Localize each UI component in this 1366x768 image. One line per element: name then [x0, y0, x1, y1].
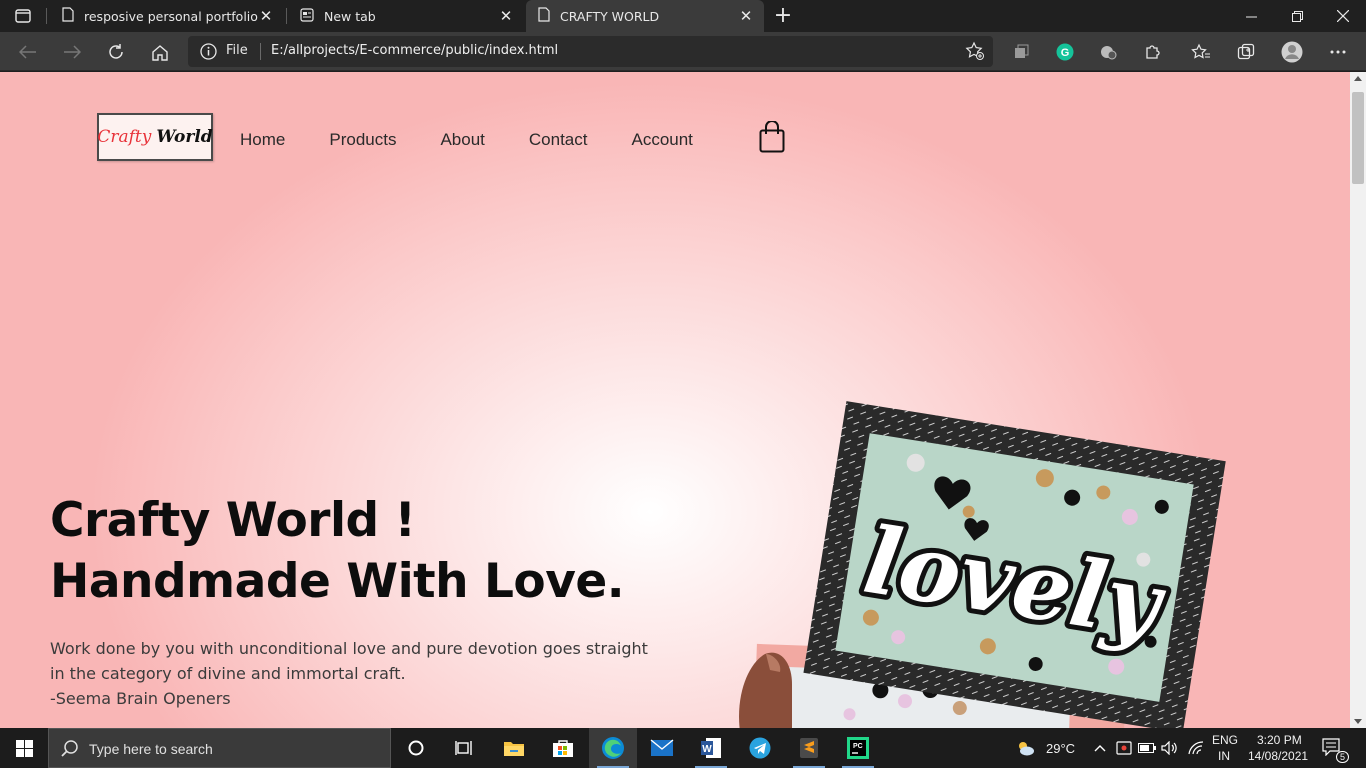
- scroll-up-arrow-icon[interactable]: [1354, 76, 1362, 81]
- address-separator: [260, 43, 261, 60]
- clock-time[interactable]: 3:20 PM: [1257, 733, 1302, 747]
- windows-taskbar: Type here to search W PC 29°C ENG IN 3:2…: [0, 728, 1366, 768]
- hero-product-image: lovely: [739, 401, 1226, 728]
- profile-avatar-icon[interactable]: [1279, 39, 1305, 65]
- mail-icon[interactable]: [638, 728, 686, 768]
- collections-icon[interactable]: [1233, 39, 1259, 65]
- sublime-text-icon[interactable]: [785, 728, 833, 768]
- svg-text:PC: PC: [853, 743, 863, 750]
- browser-tab-bar: resposive personal portfolio ✕ New tab ✕…: [0, 0, 1366, 32]
- forward-icon[interactable]: [59, 39, 85, 65]
- page-icon: [62, 7, 74, 25]
- microsoft-store-icon[interactable]: [539, 728, 587, 768]
- scroll-down-arrow-icon[interactable]: [1354, 719, 1362, 724]
- back-icon[interactable]: [15, 39, 41, 65]
- nav-products[interactable]: Products: [329, 130, 396, 150]
- pycharm-icon[interactable]: PC: [834, 728, 882, 768]
- tab-crafty-world[interactable]: CRAFTY WORLD ✕: [526, 0, 764, 32]
- nav-account[interactable]: Account: [631, 130, 692, 150]
- tray-app-icon[interactable]: [1114, 738, 1134, 758]
- task-view-icon[interactable]: [440, 728, 488, 768]
- grammarly-icon[interactable]: G: [1052, 39, 1078, 65]
- tab-portfolio[interactable]: resposive personal portfolio ✕: [50, 0, 284, 32]
- tab-separator: [46, 8, 47, 24]
- hero-heading-line2: Handmade With Love.: [50, 554, 625, 609]
- edge-browser-icon[interactable]: [589, 728, 637, 768]
- wifi-icon[interactable]: [1186, 738, 1206, 758]
- newtab-icon: [300, 7, 314, 25]
- refresh-icon[interactable]: [103, 39, 129, 65]
- minimize-button[interactable]: [1228, 0, 1274, 32]
- site-logo[interactable]: Crafty World: [97, 113, 213, 161]
- battery-icon[interactable]: [1137, 738, 1157, 758]
- cortana-icon[interactable]: [392, 728, 440, 768]
- hero-quote: Work done by you with unconditional love…: [50, 636, 648, 711]
- add-favorite-icon[interactable]: [965, 41, 985, 65]
- nav-about[interactable]: About: [440, 130, 484, 150]
- hero-quote-line2: in the category of divine and immortal c…: [50, 664, 406, 683]
- close-tab-icon[interactable]: ✕: [258, 7, 274, 25]
- chevron-up-icon[interactable]: [1090, 738, 1110, 758]
- tab-title: resposive personal portfolio: [84, 8, 258, 24]
- start-button[interactable]: [0, 728, 48, 768]
- page-viewport: Crafty World Home Products About Contact…: [0, 72, 1350, 728]
- svg-text:W: W: [702, 744, 712, 755]
- nav-home[interactable]: Home: [240, 130, 285, 150]
- telegram-icon[interactable]: [736, 728, 784, 768]
- extension-icon[interactable]: [1096, 39, 1122, 65]
- page-icon: [538, 7, 550, 25]
- scrollbar-thumb[interactable]: [1352, 92, 1364, 184]
- windows-logo-icon: [15, 739, 33, 757]
- tab-title: New tab: [324, 8, 376, 24]
- hero-quote-line1: Work done by you with unconditional love…: [50, 639, 648, 658]
- weather-temperature[interactable]: 29°C: [1046, 741, 1075, 756]
- volume-icon[interactable]: [1160, 738, 1180, 758]
- collections-extension-icon[interactable]: [1008, 39, 1034, 65]
- language-code[interactable]: ENG: [1212, 733, 1238, 747]
- taskbar-search-box[interactable]: Type here to search: [48, 728, 391, 768]
- hero-heading: Crafty World ! Handmade With Love.: [50, 490, 625, 612]
- page-scrollbar[interactable]: [1350, 72, 1366, 728]
- language-region[interactable]: IN: [1218, 749, 1230, 763]
- nav-contact[interactable]: Contact: [529, 130, 588, 150]
- shopping-bag-icon[interactable]: [759, 120, 785, 157]
- hero-heading-line1: Crafty World !: [50, 493, 416, 548]
- word-icon[interactable]: W: [687, 728, 735, 768]
- close-window-button[interactable]: [1320, 0, 1366, 32]
- home-icon[interactable]: [147, 39, 173, 65]
- close-tab-icon[interactable]: ✕: [498, 7, 514, 25]
- search-icon: [61, 740, 79, 762]
- clock-date[interactable]: 14/08/2021: [1248, 749, 1308, 763]
- new-tab-button[interactable]: +: [772, 5, 794, 27]
- tab-new-tab[interactable]: New tab ✕: [288, 0, 524, 32]
- extensions-puzzle-icon[interactable]: [1140, 39, 1166, 65]
- notification-badge: 5: [1336, 751, 1350, 763]
- scheme-label: File: [226, 43, 248, 58]
- weather-icon[interactable]: [1015, 738, 1035, 758]
- logo-word-crafty: Crafty: [97, 127, 152, 147]
- address-bar[interactable]: File E:/allprojects/E-commerce/public/in…: [188, 36, 993, 67]
- browser-toolbar: File E:/allprojects/E-commerce/public/in…: [0, 32, 1366, 71]
- file-explorer-icon[interactable]: [490, 728, 538, 768]
- search-placeholder: Type here to search: [89, 741, 213, 757]
- url-text[interactable]: E:/allprojects/E-commerce/public/index.h…: [271, 43, 558, 58]
- restore-button[interactable]: [1274, 0, 1320, 32]
- tab-actions-icon[interactable]: [12, 6, 34, 26]
- tab-title: CRAFTY WORLD: [560, 8, 660, 24]
- hero-quote-author: -Seema Brain Openers: [50, 689, 231, 708]
- main-nav: Home Products About Contact Account: [240, 130, 737, 150]
- logo-word-world: World: [156, 127, 213, 147]
- more-menu-icon[interactable]: [1325, 39, 1351, 65]
- svg-text:G: G: [1061, 47, 1070, 59]
- favorites-icon[interactable]: [1188, 39, 1214, 65]
- tab-separator: [286, 8, 287, 24]
- close-tab-icon[interactable]: ✕: [738, 7, 754, 25]
- info-icon[interactable]: [200, 43, 217, 64]
